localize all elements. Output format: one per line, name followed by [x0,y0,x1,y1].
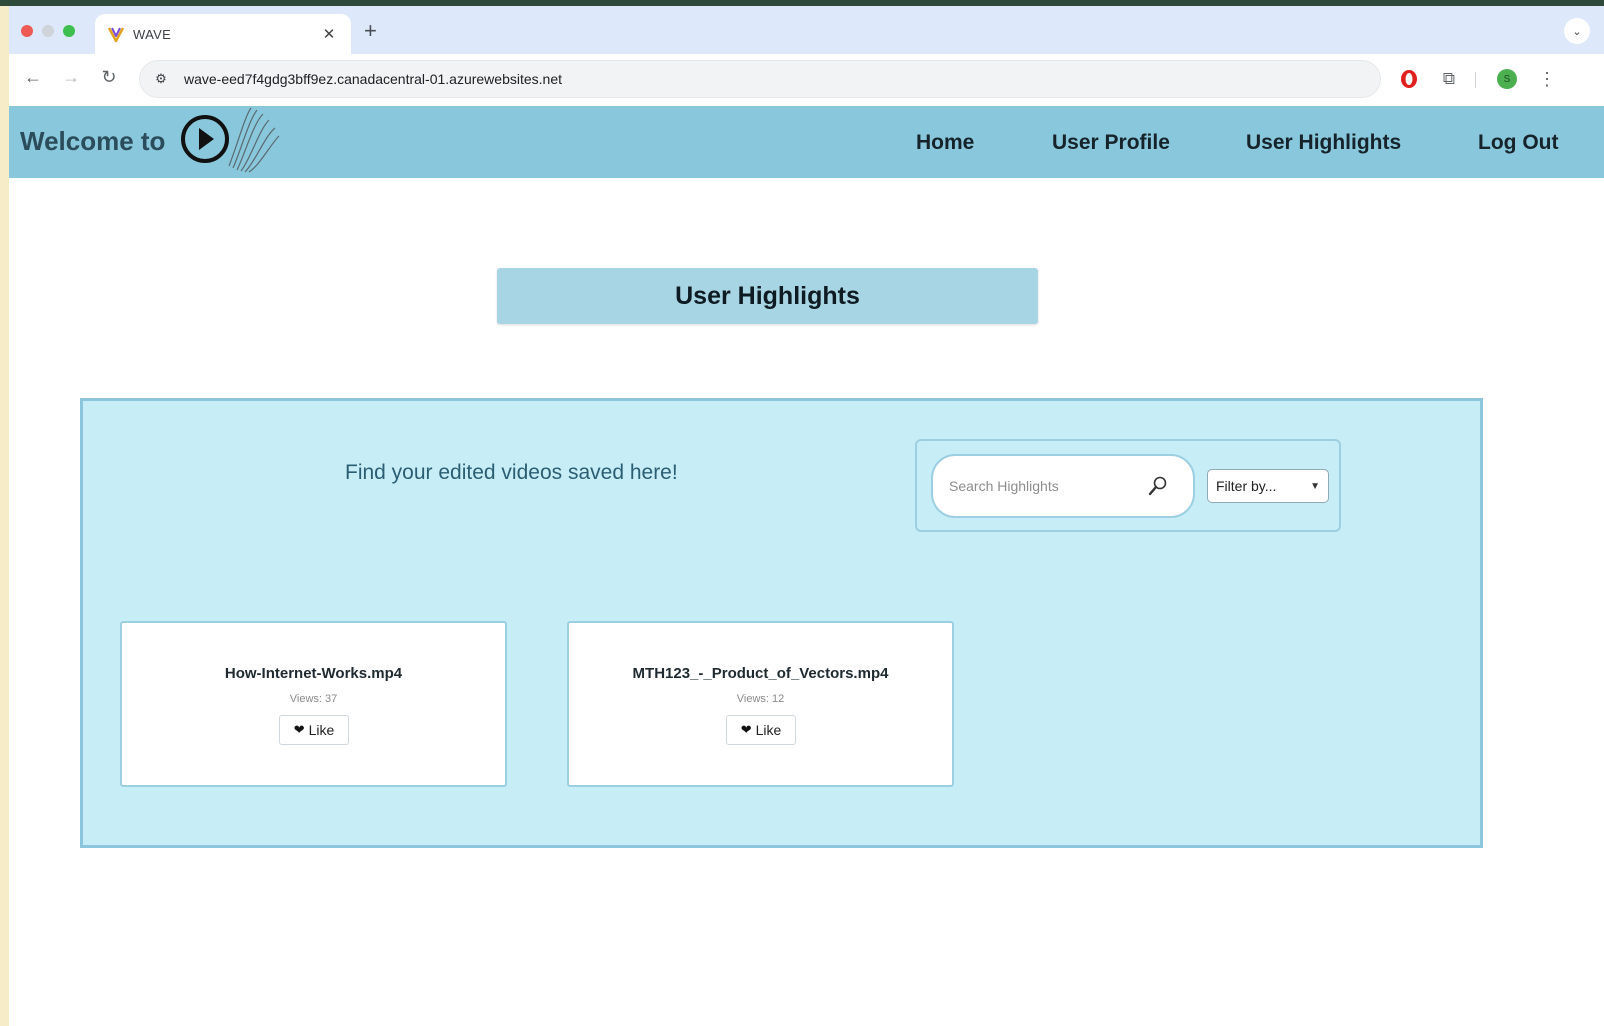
site-info-icon[interactable]: ⚙ [152,70,170,88]
profile-initial: S [1497,69,1517,89]
video-title[interactable]: How-Internet-Works.mp4 [122,665,505,682]
filter-dropdown[interactable]: Filter by... ▼ [1207,469,1329,503]
toolbar-divider [1475,72,1476,88]
new-tab-button[interactable]: + [364,18,377,44]
search-input[interactable] [949,478,1139,494]
nav-home[interactable]: Home [916,131,974,155]
maximize-window-button[interactable] [63,25,75,37]
search-filter-group: Filter by... ▼ [915,439,1341,532]
video-card[interactable]: How-Internet-Works.mp4 Views: 37 ❤ Like [120,621,507,787]
page-title: User Highlights [675,281,860,310]
opera-extension-icon[interactable] [1397,67,1421,91]
highlights-panel: Find your edited videos saved here! Filt… [80,398,1483,848]
window-controls [21,25,75,37]
tab-title: WAVE [133,26,172,42]
reload-icon[interactable]: ↻ [97,67,121,88]
minimize-window-button[interactable] [42,25,54,37]
chevron-down-icon: ▼ [1310,480,1320,492]
site-header: Welcome to Home User Profile User Highli… [9,106,1604,178]
heart-icon: ❤ [740,722,752,737]
wave-favicon-icon [107,27,125,43]
extensions-puzzle-icon[interactable]: ⧉ [1437,67,1461,91]
video-title[interactable]: MTH123_-_Product_of_Vectors.mp4 [569,665,952,682]
search-icon[interactable] [1147,475,1169,497]
like-label: Like [308,722,335,738]
browser-menu-icon[interactable]: ⋮ [1535,67,1559,91]
filter-selected-value: Filter by... [1216,478,1277,494]
address-bar[interactable]: ⚙ wave-eed7f4gdg3bff9ez.canadacentral-01… [139,60,1381,98]
search-box[interactable] [931,454,1195,518]
forward-icon[interactable]: → [59,67,83,88]
heart-icon: ❤ [293,722,305,737]
close-tab-icon[interactable]: ✕ [319,25,339,43]
brand-text: Welcome to [20,126,166,156]
like-label: Like [755,722,782,738]
wave-logo-icon[interactable] [179,106,289,178]
close-window-button[interactable] [21,25,33,37]
video-card[interactable]: MTH123_-_Product_of_Vectors.mp4 Views: 1… [567,621,954,787]
like-button[interactable]: ❤ Like [279,715,349,745]
panel-subtitle: Find your edited videos saved here! [345,461,678,484]
browser-window: WAVE ✕ + ⌄ ← → ↻ ⚙ wave-eed7f4gdg3bff9ez… [9,6,1604,1026]
page-title-box: User Highlights [497,268,1038,324]
back-icon[interactable]: ← [21,67,45,88]
browser-tab[interactable]: WAVE ✕ [95,14,351,54]
video-views: Views: 12 [736,693,785,705]
video-views: Views: 37 [289,693,338,705]
like-button[interactable]: ❤ Like [726,715,796,745]
tab-search-button[interactable]: ⌄ [1564,18,1590,44]
nav-user-profile[interactable]: User Profile [1052,131,1170,155]
nav-log-out[interactable]: Log Out [1478,131,1558,155]
tab-bar: WAVE ✕ + ⌄ [9,6,1604,54]
profile-avatar[interactable]: S [1495,67,1519,91]
url-text[interactable]: wave-eed7f4gdg3bff9ez.canadacentral-01.a… [184,71,562,87]
browser-toolbar: ← → ↻ ⚙ wave-eed7f4gdg3bff9ez.canadacent… [9,54,1604,106]
nav-user-highlights[interactable]: User Highlights [1246,131,1401,155]
